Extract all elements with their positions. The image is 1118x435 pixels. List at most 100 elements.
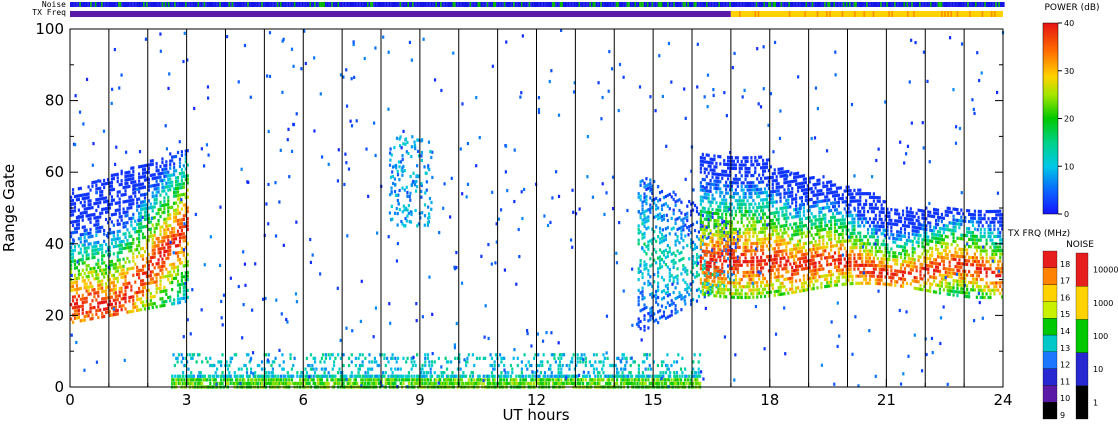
heatmap-cell: [723, 184, 726, 188]
noise-strip-cell: [497, 2, 500, 7]
noise-strip-cell: [489, 2, 492, 7]
heatmap-cell: [742, 199, 745, 203]
heatmap-cell: [161, 225, 164, 229]
heatmap-cell: [99, 179, 102, 183]
heatmap-cell: [95, 230, 98, 234]
heatmap-cell: [715, 165, 718, 169]
heatmap-cell: [412, 179, 415, 184]
heatmap-cell: [161, 203, 164, 208]
heatmap-cell: [657, 288, 660, 292]
heatmap-cell: [641, 293, 644, 297]
heatmap-cell: [713, 276, 716, 280]
heatmap-cell: [151, 255, 154, 260]
heatmap-cell: [182, 239, 185, 243]
heatmap-cell: [643, 235, 646, 239]
noise-strip-cell: [858, 2, 860, 7]
heatmap-cell: [71, 299, 75, 303]
noise-strip-cell: [346, 2, 349, 7]
heatmap-cell: [738, 235, 741, 239]
noise-strip-cell: [500, 2, 503, 7]
heatmap-cell: [149, 270, 152, 274]
heatmap-cell: [744, 202, 747, 207]
noise-strip-cell: [782, 2, 784, 7]
noise-strip-cell: [450, 2, 453, 7]
heatmap-cell: [73, 205, 77, 209]
heatmap-cell: [130, 195, 133, 199]
noise-strip-cell: [132, 2, 134, 7]
heatmap-cell: [126, 256, 129, 261]
heatmap-cell: [526, 367, 529, 371]
heatmap-cell: [136, 208, 139, 212]
heatmap-cell: [734, 277, 737, 282]
heatmap-cell: [167, 238, 170, 242]
noise-strip-cell: [779, 2, 781, 7]
noise-strip-cell: [119, 2, 122, 7]
heatmap-cell: [709, 239, 712, 244]
heatmap-cell: [104, 264, 108, 268]
noise-strip-cell: [88, 2, 91, 7]
heatmap-cell: [705, 228, 708, 232]
heatmap-cell: [163, 203, 166, 207]
heatmap-cell: [153, 176, 156, 180]
heatmap-cell: [744, 252, 747, 257]
heatmap-cell: [736, 234, 739, 239]
heatmap-cell: [701, 185, 704, 189]
heatmap-cell: [411, 363, 415, 368]
noise-strip-cell: [261, 2, 263, 7]
heatmap-cell: [159, 290, 162, 294]
heatmap-cell: [754, 166, 757, 170]
heatmap-cell: [662, 203, 666, 207]
heatmap-cell: [707, 214, 710, 218]
heatmap-cell: [118, 229, 121, 233]
heatmap-cell: [406, 356, 409, 360]
heatmap-cell: [153, 233, 156, 238]
noise-strip-cell: [416, 2, 419, 7]
heatmap-cell: [155, 187, 158, 191]
heatmap-cell: [666, 226, 669, 230]
noise-strip-cell: [842, 2, 845, 7]
heatmap-cell: [676, 267, 679, 271]
heatmap-cell: [157, 261, 160, 266]
heatmap-cell: [732, 191, 736, 196]
heatmap-cell: [746, 260, 749, 264]
heatmap-cell: [81, 232, 84, 237]
heatmap-cell: [169, 159, 172, 163]
heatmap-cell: [75, 223, 79, 227]
heatmap-cell: [664, 262, 667, 267]
heatmap-cell: [677, 381, 680, 386]
heatmap-cell: [649, 196, 652, 200]
heatmap-cell: [153, 201, 156, 205]
heatmap-cell: [565, 363, 568, 368]
heatmap-cell: [153, 248, 156, 252]
heatmap-cell: [296, 374, 299, 378]
heatmap-cell: [384, 371, 387, 375]
heatmap-cell: [657, 320, 660, 325]
heatmap-cell: [97, 222, 100, 227]
heatmap-cell: [165, 274, 168, 278]
heatmap-cell: [81, 268, 84, 272]
heatmap-cell: [169, 295, 172, 299]
heatmap-cell: [93, 277, 96, 281]
heatmap-cell: [406, 140, 409, 145]
noise-strip-cell: [527, 2, 529, 7]
heatmap-cell: [406, 208, 409, 212]
heatmap-cell: [122, 185, 125, 190]
noise-strip-cell: [421, 2, 424, 7]
heatmap-cell: [655, 300, 658, 304]
noise-strip-cell: [726, 2, 728, 7]
heatmap-cell: [114, 284, 117, 288]
heatmap-cell: [393, 189, 397, 194]
heatmap-cell: [165, 224, 168, 228]
noise-strip-cell: [298, 2, 301, 7]
heatmap-cell: [139, 254, 143, 258]
heatmap-cell: [120, 268, 123, 272]
heatmap-cell: [701, 159, 704, 164]
heatmap-cell: [139, 308, 143, 312]
heatmap-cell: [77, 237, 80, 241]
noise-strip-cell: [359, 2, 361, 7]
heatmap-cell: [738, 245, 741, 249]
noise-strip-cell: [107, 2, 109, 7]
heatmap-cell: [176, 190, 180, 194]
heatmap-cell: [748, 285, 751, 289]
heatmap-cell: [85, 264, 88, 268]
